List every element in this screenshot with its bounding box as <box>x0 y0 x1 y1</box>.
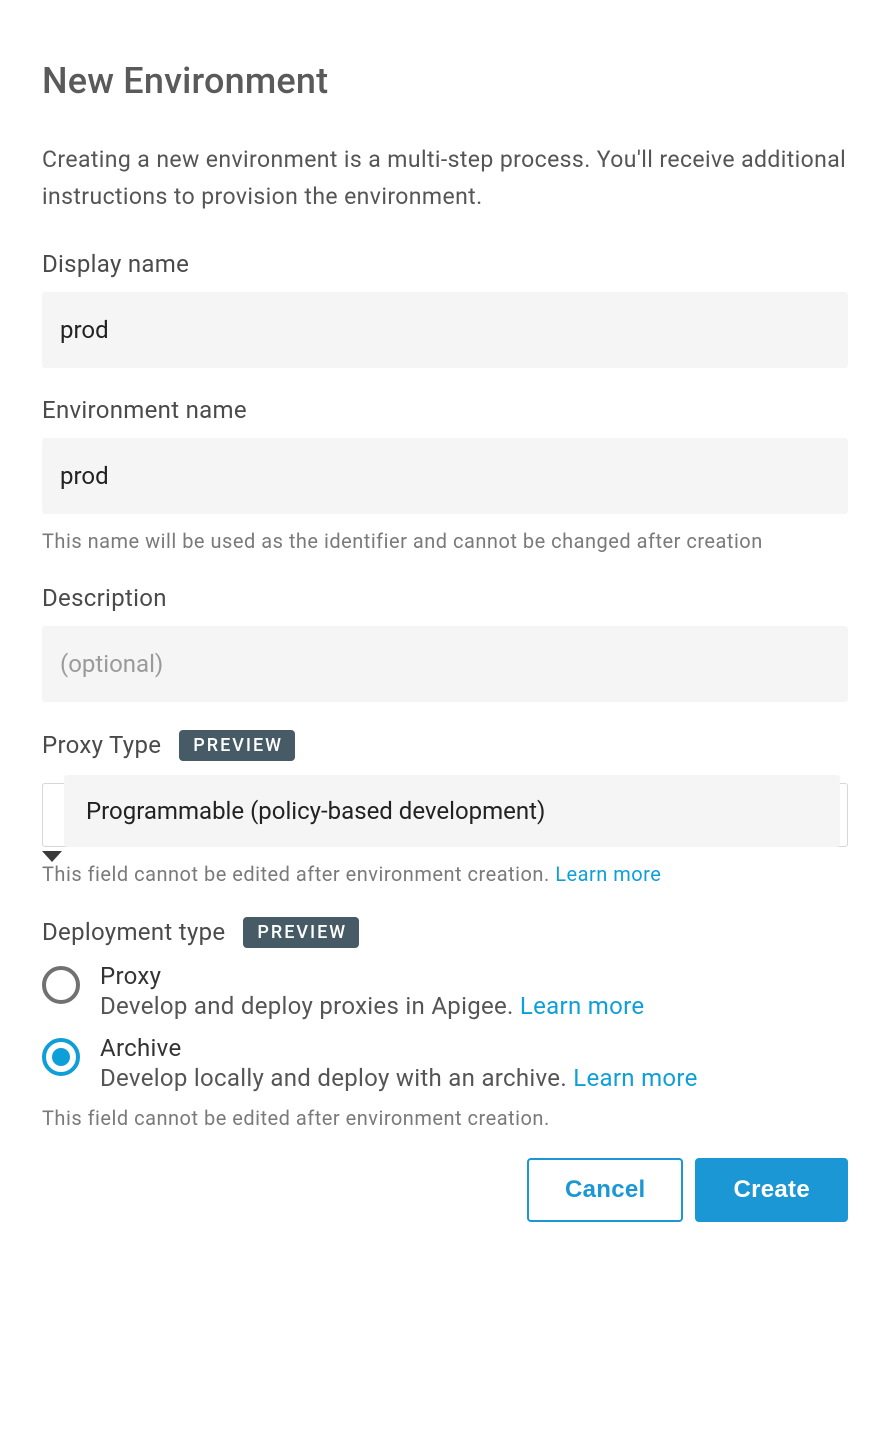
radio-desc-text: Develop locally and deploy with an archi… <box>100 1064 573 1092</box>
chevron-down-icon <box>42 851 62 862</box>
description-label: Description <box>42 584 848 612</box>
radio-desc: Develop and deploy proxies in Apigee. Le… <box>100 992 848 1020</box>
deployment-radio-group: Proxy Develop and deploy proxies in Apig… <box>42 962 848 1092</box>
proxy-type-select[interactable]: Programmable (policy-based development) <box>42 775 848 847</box>
deployment-helper: This field cannot be edited after enviro… <box>42 1106 848 1130</box>
deployment-type-label: Deployment type <box>42 918 225 946</box>
radio-title: Archive <box>100 1034 848 1062</box>
proxy-type-helper: This field cannot be edited after enviro… <box>42 859 848 889</box>
page-title: New Environment <box>42 60 848 102</box>
cancel-button[interactable]: Cancel <box>527 1158 684 1222</box>
proxy-type-label-row: Proxy Type PREVIEW <box>42 730 848 761</box>
new-environment-dialog: New Environment Creating a new environme… <box>0 0 890 1252</box>
preview-badge: PREVIEW <box>179 730 295 761</box>
proxy-type-label: Proxy Type <box>42 731 161 759</box>
proxy-type-field: Proxy Type PREVIEW Programmable (policy-… <box>42 730 848 889</box>
radio-dot-icon <box>52 1048 70 1066</box>
environment-name-field: Environment name This name will be used … <box>42 396 848 556</box>
display-name-field: Display name <box>42 250 848 368</box>
description-field: Description <box>42 584 848 702</box>
description-input[interactable] <box>42 626 848 702</box>
radio-content: Archive Develop locally and deploy with … <box>100 1034 848 1092</box>
radio-option-proxy[interactable]: Proxy Develop and deploy proxies in Apig… <box>42 962 848 1020</box>
dialog-actions: Cancel Create <box>42 1158 848 1222</box>
proxy-type-selected-value: Programmable (policy-based development) <box>64 775 840 847</box>
create-button[interactable]: Create <box>695 1158 848 1222</box>
radio-option-archive[interactable]: Archive Develop locally and deploy with … <box>42 1034 848 1092</box>
environment-name-helper: This name will be used as the identifier… <box>42 526 848 556</box>
proxy-learn-more-link[interactable]: Learn more <box>520 992 644 1020</box>
archive-learn-more-link[interactable]: Learn more <box>573 1064 697 1092</box>
radio-button[interactable] <box>42 966 80 1004</box>
display-name-label: Display name <box>42 250 848 278</box>
deployment-type-field: Deployment type PREVIEW Proxy Develop an… <box>42 917 848 1130</box>
proxy-type-learn-more-link[interactable]: Learn more <box>555 862 661 886</box>
deployment-type-label-row: Deployment type PREVIEW <box>42 917 848 948</box>
preview-badge: PREVIEW <box>243 917 359 948</box>
radio-desc-text: Develop and deploy proxies in Apigee. <box>100 992 520 1020</box>
display-name-input[interactable] <box>42 292 848 368</box>
radio-content: Proxy Develop and deploy proxies in Apig… <box>100 962 848 1020</box>
environment-name-input[interactable] <box>42 438 848 514</box>
proxy-type-helper-text: This field cannot be edited after enviro… <box>42 862 555 886</box>
intro-text: Creating a new environment is a multi-st… <box>42 142 848 216</box>
environment-name-label: Environment name <box>42 396 848 424</box>
radio-desc: Develop locally and deploy with an archi… <box>100 1064 848 1092</box>
radio-title: Proxy <box>100 962 848 990</box>
radio-button-selected[interactable] <box>42 1038 80 1076</box>
